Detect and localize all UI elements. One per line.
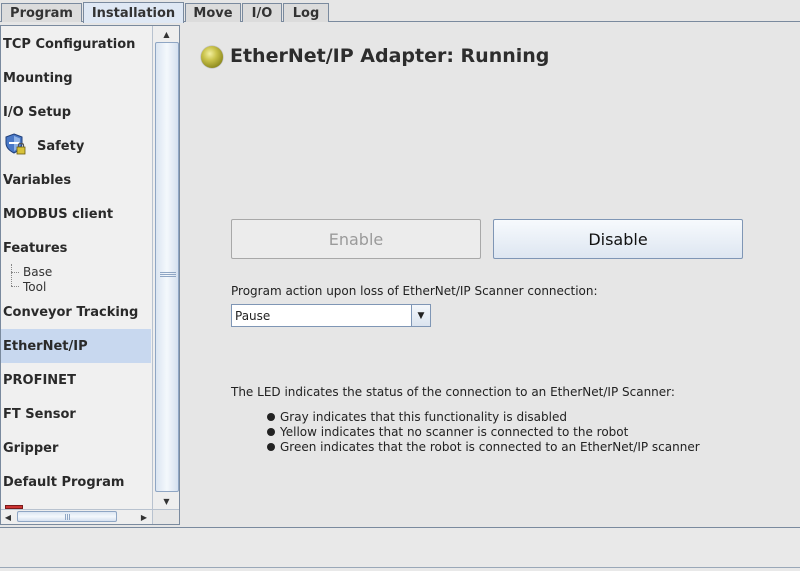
sidebar-item-gripper[interactable]: Gripper	[1, 431, 151, 465]
scrollbar-thumb[interactable]	[17, 511, 117, 522]
list-item: Green indicates that the robot is connec…	[267, 440, 700, 454]
list-item-text: Yellow indicates that no scanner is conn…	[280, 425, 629, 439]
tab-log[interactable]: Log	[283, 3, 329, 22]
bullet-icon	[267, 428, 275, 436]
tab-installation[interactable]: Installation	[83, 2, 184, 23]
grip-line	[160, 272, 176, 273]
sidebar-item-safety[interactable]: Safety	[1, 129, 151, 163]
sidebar-item-tcp-configuration[interactable]: TCP Configuration	[1, 27, 151, 61]
installation-sidebar: TCP Configuration Mounting I/O Setup Saf…	[0, 25, 180, 525]
sidebar-item-label: Conveyor Tracking	[3, 304, 139, 320]
divider	[0, 567, 800, 568]
connection-loss-action-select[interactable]: Pause ▼	[231, 304, 431, 327]
sidebar-item-label: I/O Setup	[3, 104, 72, 120]
sidebar-subitem-tool[interactable]: Tool	[23, 280, 46, 294]
sidebar-item-label: MODBUS client	[3, 206, 114, 222]
ethernet-ip-panel: EtherNet/IP Adapter: Running Enable Disa…	[180, 25, 800, 525]
grip-line	[69, 514, 70, 520]
sidebar-item-label: Default Program	[3, 474, 125, 490]
sidebar-item-label: Mounting	[3, 70, 73, 86]
tab-move[interactable]: Move	[185, 3, 241, 22]
sidebar-item-label: Safety	[37, 138, 85, 154]
grip-line	[65, 514, 66, 520]
sidebar-item-default-program[interactable]: Default Program	[1, 465, 151, 499]
tree-connector	[11, 272, 19, 273]
sidebar-item-label: Features	[3, 240, 68, 256]
sidebar-subitem-base[interactable]: Base	[23, 265, 52, 279]
sidebar-item-modbus-client[interactable]: MODBUS client	[1, 197, 151, 231]
status-led-icon	[201, 46, 223, 68]
scroll-down-arrow-icon[interactable]: ▼	[153, 493, 179, 509]
grip-line	[67, 514, 68, 520]
scrollbar-thumb[interactable]	[155, 42, 179, 492]
sidebar-vertical-scrollbar[interactable]: ▲ ▼	[152, 26, 179, 509]
enable-button[interactable]: Enable	[231, 219, 481, 259]
sidebar-item-ethernet-ip[interactable]: EtherNet/IP	[1, 329, 151, 363]
disable-button[interactable]: Disable	[493, 219, 743, 259]
sidebar-item-io-setup[interactable]: I/O Setup	[1, 95, 151, 129]
tree-connector	[11, 286, 19, 287]
sidebar-item-conveyor-tracking[interactable]: Conveyor Tracking	[1, 295, 151, 329]
scroll-right-arrow-icon[interactable]: ▶	[137, 510, 151, 524]
sidebar-item-mounting[interactable]: Mounting	[1, 61, 151, 95]
bottom-bar	[0, 527, 800, 571]
list-item: Yellow indicates that no scanner is conn…	[267, 425, 628, 439]
scroll-left-arrow-icon[interactable]: ◀	[1, 510, 15, 524]
tab-program[interactable]: Program	[1, 3, 82, 22]
list-item-text: Gray indicates that this functionality i…	[280, 410, 567, 424]
list-item-text: Green indicates that the robot is connec…	[280, 440, 700, 454]
scrollbar-corner	[152, 509, 179, 524]
sidebar-item-variables[interactable]: Variables	[1, 163, 151, 197]
list-item: Gray indicates that this functionality i…	[267, 410, 567, 424]
sidebar-item-label: Gripper	[3, 440, 59, 456]
chevron-down-icon[interactable]: ▼	[411, 305, 430, 326]
sidebar-item-label: FT Sensor	[3, 406, 76, 422]
sidebar-item-label: TCP Configuration	[3, 36, 136, 52]
bullet-icon	[267, 413, 275, 421]
sidebar-item-features[interactable]: Features	[1, 231, 151, 265]
page-title: EtherNet/IP Adapter: Running	[230, 45, 550, 67]
grip-line	[160, 274, 176, 275]
connection-loss-action-label: Program action upon loss of EtherNet/IP …	[231, 284, 598, 298]
scroll-up-arrow-icon[interactable]: ▲	[153, 26, 179, 42]
sidebar-horizontal-scrollbar[interactable]: ◀ ▶	[1, 509, 152, 524]
led-info-text: The LED indicates the status of the conn…	[231, 385, 675, 399]
sidebar-item-label: PROFINET	[3, 372, 76, 388]
tree-connector	[11, 264, 12, 286]
sidebar-item-label: EtherNet/IP	[3, 338, 88, 354]
select-value: Pause	[235, 309, 271, 323]
sidebar-item-ft-sensor[interactable]: FT Sensor	[1, 397, 151, 431]
sidebar-item-profinet[interactable]: PROFINET	[1, 363, 151, 397]
tab-io[interactable]: I/O	[242, 3, 282, 22]
bullet-icon	[267, 443, 275, 451]
tab-bar: Program Installation Move I/O Log	[0, 0, 800, 23]
sidebar-item-label: Variables	[3, 172, 72, 188]
shield-lock-icon	[4, 133, 26, 155]
sidebar-list: TCP Configuration Mounting I/O Setup Saf…	[1, 26, 151, 509]
grip-line	[160, 276, 176, 277]
